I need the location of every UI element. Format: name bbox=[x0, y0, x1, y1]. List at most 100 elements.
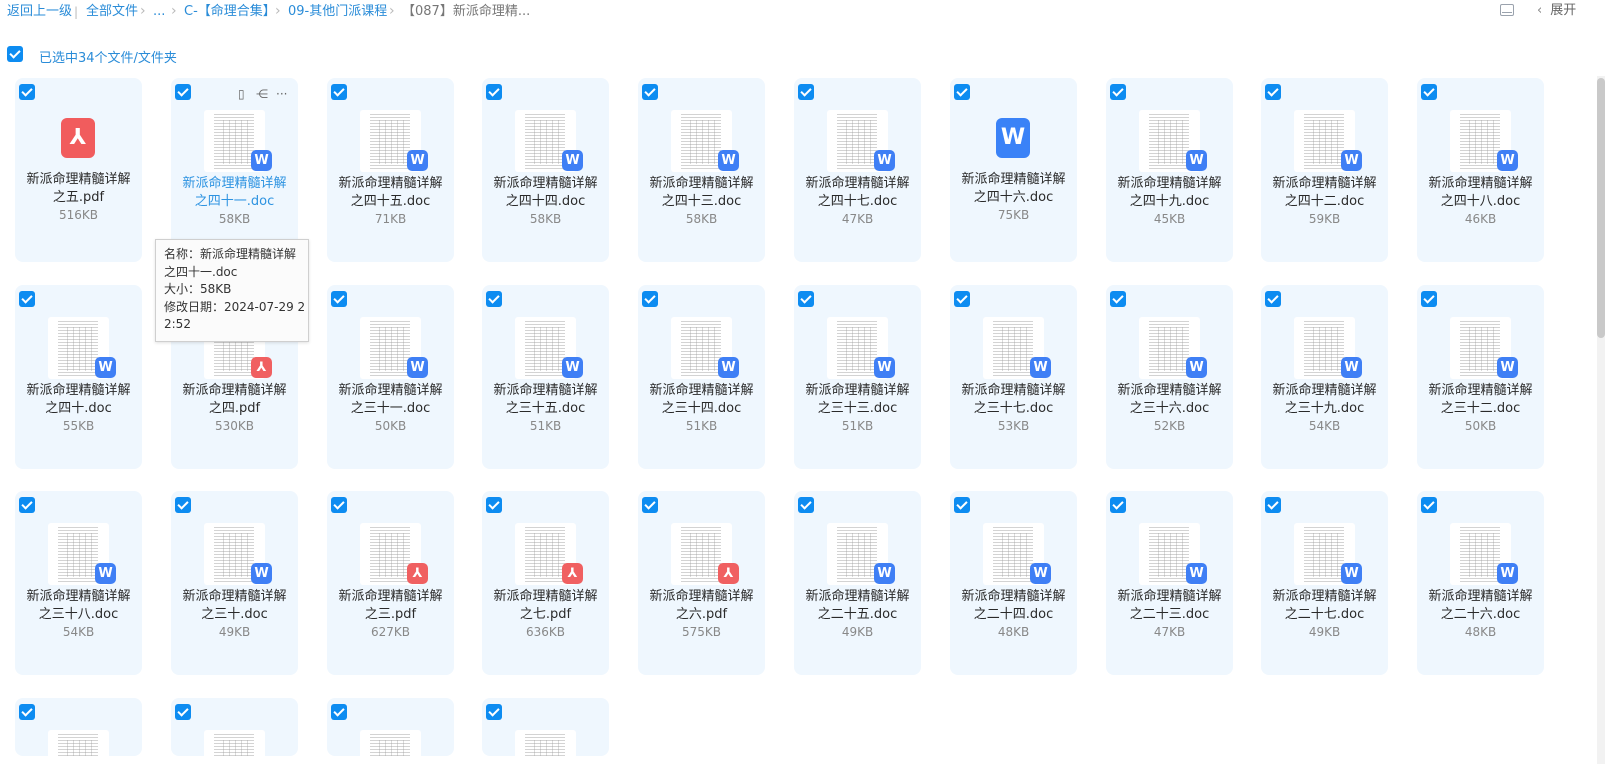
file-card[interactable]: ⅄ 新派命理精髓详解 之六.pdf 575KB bbox=[638, 491, 765, 675]
file-name[interactable]: 新派命理精髓详解 之三十四.doc bbox=[638, 382, 765, 418]
scrollbar-thumb[interactable] bbox=[1597, 78, 1605, 338]
file-checkbox[interactable] bbox=[175, 497, 191, 513]
file-name[interactable]: 新派命理精髓详解 之四十四.doc bbox=[482, 175, 609, 211]
file-name[interactable]: 新派命理精髓详解 之二十六.doc bbox=[1417, 588, 1544, 624]
file-checkbox[interactable] bbox=[1421, 84, 1437, 100]
breadcrumb-ellipsis[interactable]: ... bbox=[153, 4, 165, 20]
file-name[interactable]: 新派命理精髓详解 之六.pdf bbox=[638, 588, 765, 624]
file-checkbox[interactable] bbox=[954, 291, 970, 307]
file-card[interactable]: W 新派命理精髓详解 之二十四.doc 48KB bbox=[950, 491, 1077, 675]
file-checkbox[interactable] bbox=[331, 704, 347, 720]
file-name[interactable]: 新派命理精髓详解 之四十.doc bbox=[15, 382, 142, 418]
file-checkbox[interactable] bbox=[331, 84, 347, 100]
file-name[interactable]: 新派命理精髓详解 之三十六.doc bbox=[1106, 382, 1233, 418]
file-card[interactable]: W bbox=[15, 698, 142, 756]
file-checkbox[interactable] bbox=[798, 84, 814, 100]
file-card[interactable]: W 新派命理精髓详解 之三十二.doc 50KB bbox=[1417, 285, 1544, 469]
file-name[interactable]: 新派命理精髓详解 之二十五.doc bbox=[794, 588, 921, 624]
file-name[interactable]: 新派命理精髓详解 之二十七.doc bbox=[1261, 588, 1388, 624]
file-checkbox[interactable] bbox=[486, 704, 502, 720]
file-name[interactable]: 新派命理精髓详解 之三十.doc bbox=[171, 588, 298, 624]
file-card[interactable]: ⅄ 新派命理精髓详解 之五.pdf 516KB bbox=[15, 78, 142, 262]
file-checkbox[interactable] bbox=[1421, 497, 1437, 513]
select-all-checkbox[interactable] bbox=[7, 46, 23, 62]
file-card[interactable]: W 新派命理精髓详解 之二十三.doc 47KB bbox=[1106, 491, 1233, 675]
expand-button[interactable]: ‹ 展开 bbox=[1537, 3, 1576, 19]
file-card[interactable]: W 新派命理精髓详解 之三十四.doc 51KB bbox=[638, 285, 765, 469]
file-card[interactable]: W 新派命理精髓详解 之二十五.doc 49KB bbox=[794, 491, 921, 675]
file-name[interactable]: 新派命理精髓详解 之二十三.doc bbox=[1106, 588, 1233, 624]
file-name[interactable]: 新派命理精髓详解 之三十一.doc bbox=[327, 382, 454, 418]
file-card[interactable]: W 新派命理精髓详解 之三十八.doc 54KB bbox=[15, 491, 142, 675]
file-card[interactable]: W 新派命理精髓详解 之四十八.doc 46KB bbox=[1417, 78, 1544, 262]
file-name[interactable]: 新派命理精髓详解 之三十九.doc bbox=[1261, 382, 1388, 418]
file-name[interactable]: 新派命理精髓详解 之二十四.doc bbox=[950, 588, 1077, 624]
file-name[interactable]: 新派命理精髓详解 之三.pdf bbox=[327, 588, 454, 624]
file-card[interactable]: ⅄ 新派命理精髓详解 之三.pdf 627KB bbox=[327, 491, 454, 675]
file-card[interactable]: W 新派命理精髓详解 之四十六.doc 75KB bbox=[950, 78, 1077, 262]
file-name[interactable]: 新派命理精髓详解 之四十八.doc bbox=[1417, 175, 1544, 211]
file-checkbox[interactable] bbox=[486, 84, 502, 100]
file-checkbox[interactable] bbox=[642, 497, 658, 513]
file-card[interactable]: W 新派命理精髓详解 之三十六.doc 52KB bbox=[1106, 285, 1233, 469]
file-checkbox[interactable] bbox=[486, 497, 502, 513]
file-name[interactable]: 新派命理精髓详解 之四十七.doc bbox=[794, 175, 921, 211]
layout-icon[interactable] bbox=[1500, 4, 1514, 16]
file-checkbox[interactable] bbox=[331, 497, 347, 513]
file-name[interactable]: 新派命理精髓详解 之四十六.doc bbox=[950, 171, 1077, 207]
file-name[interactable]: 新派命理精髓详解 之三十八.doc bbox=[15, 588, 142, 624]
file-checkbox[interactable] bbox=[1265, 291, 1281, 307]
file-checkbox[interactable] bbox=[19, 84, 35, 100]
file-card[interactable]: W 新派命理精髓详解 之二十七.doc 49KB bbox=[1261, 491, 1388, 675]
breadcrumb-all-files[interactable]: 全部文件 bbox=[86, 4, 138, 20]
file-checkbox[interactable] bbox=[1265, 84, 1281, 100]
file-checkbox[interactable] bbox=[19, 291, 35, 307]
file-name[interactable]: 新派命理精髓详解 之四十一.doc bbox=[171, 175, 298, 211]
file-card[interactable]: W 新派命理精髓详解 之四十三.doc 58KB bbox=[638, 78, 765, 262]
file-card[interactable]: W 新派命理精髓详解 之四十一.doc 58KB ▯ ⋲ ··· bbox=[171, 78, 298, 262]
file-card[interactable]: W 新派命理精髓详解 之四十五.doc 71KB bbox=[327, 78, 454, 262]
file-name[interactable]: 新派命理精髓详解 之七.pdf bbox=[482, 588, 609, 624]
file-card[interactable]: W 新派命理精髓详解 之四十七.doc 47KB bbox=[794, 78, 921, 262]
file-checkbox[interactable] bbox=[954, 497, 970, 513]
file-name[interactable]: 新派命理精髓详解 之四十二.doc bbox=[1261, 175, 1388, 211]
file-name[interactable]: 新派命理精髓详解 之四十三.doc bbox=[638, 175, 765, 211]
phone-icon[interactable]: ▯ bbox=[238, 86, 245, 102]
file-checkbox[interactable] bbox=[175, 84, 191, 100]
file-card[interactable]: W 新派命理精髓详解 之三十一.doc 50KB bbox=[327, 285, 454, 469]
file-name[interactable]: 新派命理精髓详解 之三十七.doc bbox=[950, 382, 1077, 418]
file-checkbox[interactable] bbox=[331, 291, 347, 307]
file-card[interactable]: W 新派命理精髓详解 之三十九.doc 54KB bbox=[1261, 285, 1388, 469]
file-card[interactable]: W 新派命理精髓详解 之三十五.doc 51KB bbox=[482, 285, 609, 469]
file-card[interactable]: W bbox=[482, 698, 609, 756]
file-card[interactable]: W 新派命理精髓详解 之三十三.doc 51KB bbox=[794, 285, 921, 469]
breadcrumb-folder-2[interactable]: 09-其他门派课程 bbox=[288, 4, 387, 20]
breadcrumb-folder-1[interactable]: C-【命理合集】 bbox=[184, 4, 276, 20]
file-name[interactable]: 新派命理精髓详解 之四十九.doc bbox=[1106, 175, 1233, 211]
file-name[interactable]: 新派命理精髓详解 之三十三.doc bbox=[794, 382, 921, 418]
file-card[interactable]: W 新派命理精髓详解 之四十.doc 55KB bbox=[15, 285, 142, 469]
file-checkbox[interactable] bbox=[175, 704, 191, 720]
file-checkbox[interactable] bbox=[642, 291, 658, 307]
file-checkbox[interactable] bbox=[798, 497, 814, 513]
file-card[interactable]: W 新派命理精髓详解 之三十.doc 49KB bbox=[171, 491, 298, 675]
file-checkbox[interactable] bbox=[19, 704, 35, 720]
file-name[interactable]: 新派命理精髓详解 之三十五.doc bbox=[482, 382, 609, 418]
back-link[interactable]: 返回上一级 bbox=[7, 4, 72, 20]
file-card[interactable]: W bbox=[327, 698, 454, 756]
file-checkbox[interactable] bbox=[1110, 84, 1126, 100]
file-card[interactable]: W 新派命理精髓详解 之四十四.doc 58KB bbox=[482, 78, 609, 262]
share-icon[interactable]: ⋲ bbox=[256, 86, 268, 102]
file-checkbox[interactable] bbox=[1110, 497, 1126, 513]
file-card[interactable]: ⅄ 新派命理精髓详解 之七.pdf 636KB bbox=[482, 491, 609, 675]
file-name[interactable]: 新派命理精髓详解 之三十二.doc bbox=[1417, 382, 1544, 418]
file-name[interactable]: 新派命理精髓详解 之四.pdf bbox=[171, 382, 298, 418]
file-checkbox[interactable] bbox=[1110, 291, 1126, 307]
file-card[interactable]: W 新派命理精髓详解 之三十七.doc 53KB bbox=[950, 285, 1077, 469]
file-checkbox[interactable] bbox=[798, 291, 814, 307]
scrollbar[interactable] bbox=[1597, 76, 1605, 764]
file-checkbox[interactable] bbox=[954, 84, 970, 100]
more-icon[interactable]: ··· bbox=[276, 86, 287, 102]
file-checkbox[interactable] bbox=[1421, 291, 1437, 307]
file-name[interactable]: 新派命理精髓详解 之四十五.doc bbox=[327, 175, 454, 211]
